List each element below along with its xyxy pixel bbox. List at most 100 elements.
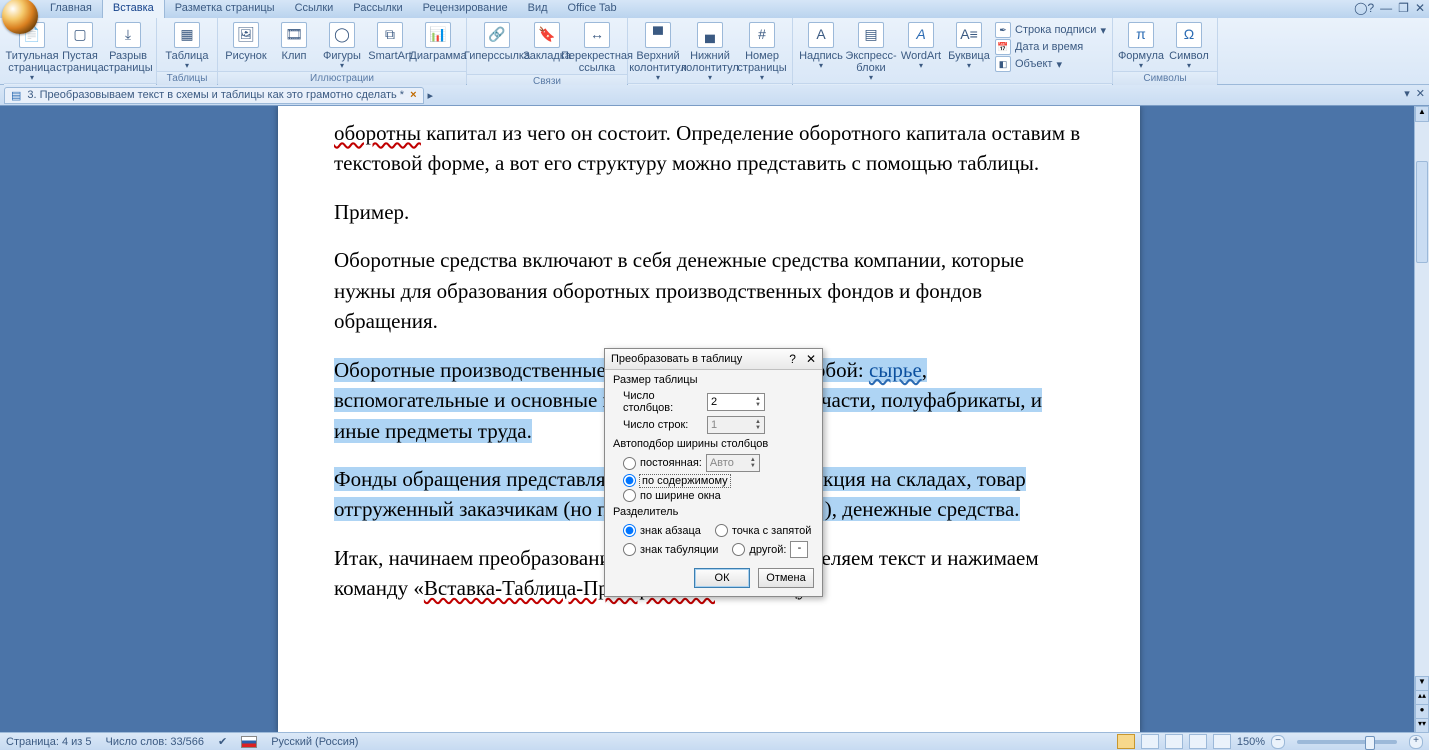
radio-other[interactable] bbox=[732, 543, 745, 556]
view-draft[interactable] bbox=[1213, 734, 1231, 749]
section-table-size: Размер таблицы bbox=[613, 374, 814, 386]
minimize-button[interactable]: — bbox=[1380, 1, 1392, 15]
group-tables: ▦Таблица Таблицы bbox=[157, 18, 218, 84]
status-language[interactable]: Русский (Россия) bbox=[271, 736, 358, 748]
object-button[interactable]: ◧Объект ▾ bbox=[995, 56, 1106, 72]
columns-spinner[interactable]: 2▲▼ bbox=[707, 393, 765, 411]
columns-label: Число столбцов: bbox=[623, 390, 701, 414]
dialog-titlebar[interactable]: Преобразовать в таблицу ? ✕ bbox=[605, 349, 822, 370]
view-full-screen[interactable] bbox=[1141, 734, 1159, 749]
dialog-help-icon[interactable]: ? bbox=[789, 352, 796, 366]
picture-button[interactable]: 🖼Рисунок bbox=[224, 20, 268, 62]
ribbon: 📄Титульная страница ▢Пустая страница ⤓Ра… bbox=[0, 18, 1429, 85]
zoom-slider-handle[interactable] bbox=[1365, 736, 1375, 750]
document-tab-title: 3. Преобразовываем текст в схемы и табли… bbox=[27, 89, 404, 101]
close-button[interactable]: ✕ bbox=[1415, 1, 1425, 15]
crossref-button[interactable]: ↔Перекрестная ссылка bbox=[573, 20, 621, 74]
scroll-down-button[interactable]: ▼ bbox=[1415, 676, 1429, 691]
hyperlink-button[interactable]: 🔗Гиперссылка bbox=[473, 20, 521, 62]
misspelled-word: оборотны bbox=[334, 121, 421, 145]
radio-by-window[interactable] bbox=[623, 489, 636, 502]
next-page-button[interactable]: ▾▾ bbox=[1415, 718, 1429, 733]
group-illustrations: 🖼Рисунок 🎞Клип ◯Фигуры ⧉SmartArt 📊Диагра… bbox=[218, 18, 467, 84]
equation-button[interactable]: πФормула bbox=[1119, 20, 1163, 71]
status-proofing-icon[interactable]: ✔ bbox=[218, 735, 227, 748]
help-icon[interactable]: ◯? bbox=[1354, 1, 1374, 15]
tab-office-tab[interactable]: Office Tab bbox=[558, 0, 627, 18]
group-symbols: πФормула ΩСимвол Символы bbox=[1113, 18, 1218, 84]
scroll-up-button[interactable]: ▲ bbox=[1415, 106, 1429, 122]
view-web-layout[interactable] bbox=[1165, 734, 1183, 749]
clipart-button[interactable]: 🎞Клип bbox=[272, 20, 316, 62]
status-bar: Страница: 4 из 5 Число слов: 33/566 ✔ Ру… bbox=[0, 732, 1429, 750]
word-doc-icon: ▤ bbox=[11, 89, 21, 102]
tabbar-close[interactable]: ✕ bbox=[1416, 87, 1425, 100]
group-label-illustrations: Иллюстрации bbox=[218, 71, 466, 85]
group-header-footer: ▀Верхний колонтитул ▄Нижний колонтитул #… bbox=[628, 18, 793, 84]
tab-page-layout[interactable]: Разметка страницы bbox=[165, 0, 285, 18]
status-page[interactable]: Страница: 4 из 5 bbox=[6, 736, 92, 748]
textbox-button[interactable]: AНадпись bbox=[799, 20, 843, 71]
language-flag-icon bbox=[241, 736, 257, 748]
section-autofit: Автоподбор ширины столбцов bbox=[613, 438, 814, 450]
document-tab-close[interactable]: × bbox=[410, 89, 416, 101]
date-time-button[interactable]: 📅Дата и время bbox=[995, 39, 1106, 55]
tab-review[interactable]: Рецензирование bbox=[413, 0, 518, 18]
wordart-button[interactable]: AWordArt bbox=[899, 20, 943, 71]
group-links: 🔗Гиперссылка 🔖Закладка ↔Перекрестная ссы… bbox=[467, 18, 628, 84]
cancel-button[interactable]: Отмена bbox=[758, 568, 814, 588]
tab-references[interactable]: Ссылки bbox=[285, 0, 344, 18]
table-button[interactable]: ▦Таблица bbox=[163, 20, 211, 71]
blank-page-button[interactable]: ▢Пустая страница bbox=[58, 20, 102, 74]
header-button[interactable]: ▀Верхний колонтитул bbox=[634, 20, 682, 83]
group-label-symbols: Символы bbox=[1113, 71, 1217, 85]
chart-button[interactable]: 📊Диаграмма bbox=[416, 20, 460, 62]
signature-line-button[interactable]: ✒Строка подписи ▾ bbox=[995, 22, 1106, 38]
zoom-level[interactable]: 150% bbox=[1237, 736, 1265, 748]
rows-label: Число строк: bbox=[623, 419, 701, 431]
fixed-width-spinner: Авто▲▼ bbox=[706, 454, 760, 472]
tab-mailings[interactable]: Рассылки bbox=[343, 0, 412, 18]
restore-button[interactable]: ❐ bbox=[1398, 1, 1409, 15]
other-char-input[interactable]: - bbox=[790, 541, 808, 558]
zoom-in-button[interactable]: + bbox=[1409, 735, 1423, 749]
group-label-tables: Таблицы bbox=[157, 71, 217, 85]
browse-object-button[interactable]: ● bbox=[1415, 704, 1429, 719]
zoom-slider[interactable] bbox=[1297, 740, 1397, 744]
radio-tab[interactable] bbox=[623, 543, 636, 556]
quick-parts-button[interactable]: ▤Экспресс-блоки bbox=[847, 20, 895, 83]
vertical-scrollbar[interactable]: ▲ ▼ ▴▴ ● ▾▾ bbox=[1414, 106, 1429, 733]
smartart-button[interactable]: ⧉SmartArt bbox=[368, 20, 412, 62]
zoom-out-button[interactable]: − bbox=[1271, 735, 1285, 749]
document-tab[interactable]: ▤ 3. Преобразовываем текст в схемы и таб… bbox=[4, 87, 424, 104]
tab-home[interactable]: Главная bbox=[40, 0, 102, 18]
page-number-button[interactable]: #Номер страницы bbox=[738, 20, 786, 83]
radio-fixed-width[interactable] bbox=[623, 457, 636, 470]
workspace: оборотны капитал из чего он состоит. Опр… bbox=[0, 106, 1429, 733]
scroll-thumb[interactable] bbox=[1416, 161, 1428, 263]
footer-button[interactable]: ▄Нижний колонтитул bbox=[686, 20, 734, 83]
status-word-count[interactable]: Число слов: 33/566 bbox=[106, 736, 204, 748]
radio-semicolon[interactable] bbox=[715, 524, 728, 537]
new-tab-button[interactable]: ▸ bbox=[428, 89, 434, 102]
view-print-layout[interactable] bbox=[1117, 734, 1135, 749]
dropcap-button[interactable]: A≡Буквица bbox=[947, 20, 991, 71]
tab-insert[interactable]: Вставка bbox=[102, 0, 165, 18]
symbol-button[interactable]: ΩСимвол bbox=[1167, 20, 1211, 71]
dialog-title: Преобразовать в таблицу bbox=[611, 353, 742, 365]
view-outline[interactable] bbox=[1189, 734, 1207, 749]
radio-paragraph[interactable] bbox=[623, 524, 636, 537]
ribbon-tabs: Главная Вставка Разметка страницы Ссылки… bbox=[0, 0, 1429, 18]
tab-view[interactable]: Вид bbox=[518, 0, 558, 18]
document-tab-bar: ▤ 3. Преобразовываем текст в схемы и таб… bbox=[0, 85, 1429, 106]
tabbar-menu[interactable]: ▾ bbox=[1404, 87, 1410, 100]
prev-page-button[interactable]: ▴▴ bbox=[1415, 690, 1429, 705]
dialog-close-icon[interactable]: ✕ bbox=[806, 352, 816, 366]
convert-to-table-dialog: Преобразовать в таблицу ? ✕ Размер табли… bbox=[604, 348, 823, 597]
radio-by-content[interactable] bbox=[623, 474, 636, 487]
rows-spinner: 1▲▼ bbox=[707, 416, 765, 434]
page-break-button[interactable]: ⤓Разрыв страницы bbox=[106, 20, 150, 74]
group-text: AНадпись ▤Экспресс-блоки AWordArt A≡Букв… bbox=[793, 18, 1113, 84]
shapes-button[interactable]: ◯Фигуры bbox=[320, 20, 364, 71]
ok-button[interactable]: ОК bbox=[694, 568, 750, 588]
